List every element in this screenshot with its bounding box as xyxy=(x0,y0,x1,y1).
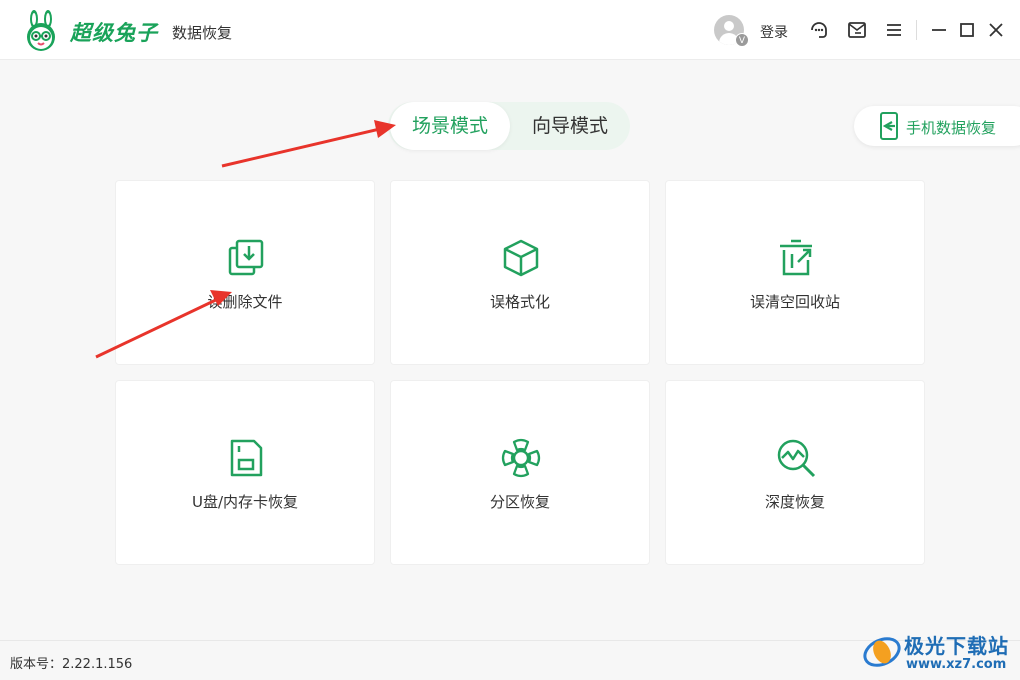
tab-scenario-mode[interactable]: 场景模式 xyxy=(390,102,510,150)
vip-badge: V xyxy=(735,33,749,47)
rabbit-logo-icon xyxy=(27,10,55,51)
login-button[interactable]: 登录 xyxy=(760,22,788,42)
partition-icon xyxy=(501,438,541,478)
card-label: 误删除文件 xyxy=(207,293,283,311)
phone-recovery-button[interactable]: 手机数据恢复 xyxy=(854,106,1020,146)
card-deep-scan[interactable]: 深度恢复 xyxy=(665,380,925,565)
support-icon[interactable] xyxy=(808,19,830,41)
box-icon xyxy=(503,239,539,277)
file-restore-icon xyxy=(228,239,264,276)
card-label: 误格式化 xyxy=(489,293,550,311)
card-recycle-bin[interactable]: 误清空回收站 xyxy=(665,180,925,365)
mode-switch: 场景模式 向导模式 xyxy=(388,102,630,150)
phone-transfer-icon xyxy=(880,112,898,140)
brand-subtitle: 数据恢复 xyxy=(172,24,233,42)
message-icon[interactable] xyxy=(846,19,868,41)
version-label: 版本号：2.22.1.156 xyxy=(10,657,133,672)
maximize-icon[interactable] xyxy=(956,19,978,41)
close-icon[interactable] xyxy=(985,19,1007,41)
watermark-title: 极光下载站 xyxy=(904,634,1009,658)
card-partition[interactable]: 分区恢复 xyxy=(390,380,650,565)
card-label: U盘/内存卡恢复 xyxy=(191,493,299,511)
watermark-url: www.xz7.com xyxy=(906,657,1007,672)
minimize-icon[interactable] xyxy=(928,19,950,41)
title-bar: 超级兔子 数据恢复 V 登录 xyxy=(0,0,1020,60)
deep-scan-icon xyxy=(777,439,816,478)
recycle-bin-icon xyxy=(780,239,812,276)
menu-icon[interactable] xyxy=(883,19,905,41)
annotation-arrow-mode xyxy=(221,120,396,168)
titlebar-divider xyxy=(916,20,917,40)
phone-recovery-label: 手机数据恢复 xyxy=(906,119,997,137)
brand-name: 超级兔子 xyxy=(70,20,158,45)
card-label: 误清空回收站 xyxy=(749,293,840,311)
sd-card-icon xyxy=(230,439,263,477)
tab-wizard-mode[interactable]: 向导模式 xyxy=(512,102,628,150)
card-label: 深度恢复 xyxy=(764,493,825,511)
card-usb-sd[interactable]: U盘/内存卡恢复 xyxy=(115,380,375,565)
card-label: 分区恢复 xyxy=(489,493,550,511)
card-deleted-files[interactable]: 误删除文件 xyxy=(115,180,375,365)
card-formatted[interactable]: 误格式化 xyxy=(390,180,650,365)
